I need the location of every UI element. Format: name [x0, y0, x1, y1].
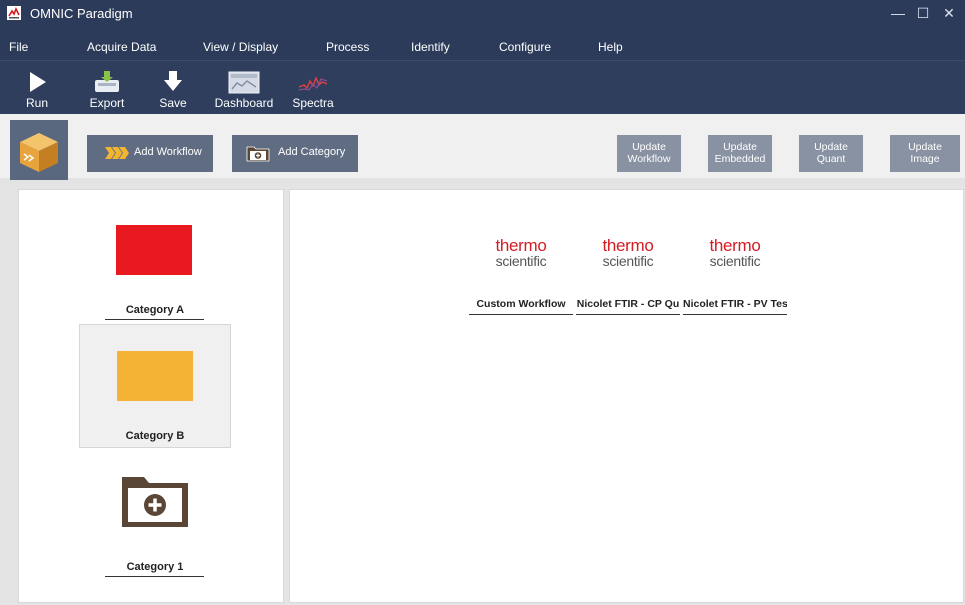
brand-line2: scientific	[602, 253, 654, 269]
update-image-line2: Image	[910, 153, 940, 165]
category-a-underline	[105, 319, 204, 320]
export-label: Export	[89, 96, 125, 110]
save-icon	[164, 71, 182, 91]
package-box-icon	[20, 133, 58, 172]
brand-line1: thermo	[709, 236, 761, 255]
update-embedded-line1: Update	[723, 141, 757, 153]
maximize-icon[interactable]: ☐	[914, 4, 932, 22]
brand-line1: thermo	[602, 236, 654, 255]
dashboard-label: Dashboard	[214, 96, 274, 110]
workflow-panel: thermo scientific Custom Workflow thermo…	[289, 189, 964, 603]
app-title: OMNIC Paradigm	[30, 6, 133, 21]
menu-file[interactable]: File	[9, 40, 28, 54]
category-1-label: Category 1	[126, 561, 184, 573]
folder-add-icon	[246, 146, 270, 162]
brand-line2: scientific	[709, 253, 761, 269]
play-icon	[30, 72, 46, 92]
omnic-paradigm-window: OMNIC Paradigm — ☐ ✕ File Acquire Data V…	[0, 0, 965, 605]
run-button[interactable]: Run	[18, 69, 56, 113]
title-bar: OMNIC Paradigm — ☐ ✕	[0, 0, 965, 36]
workflow-label: Custom Workflow	[476, 298, 566, 310]
spectra-icon	[298, 76, 328, 91]
category-a-label: Category A	[125, 304, 185, 316]
dashboard-icon	[228, 71, 260, 94]
update-workflow-line2: Workflow	[627, 153, 671, 165]
category-1-underline	[105, 576, 204, 577]
workflow-card-pv[interactable]: thermo scientific Nicolet FTIR - PV Tes	[683, 236, 787, 318]
category-b[interactable]: Category B	[79, 324, 231, 448]
menu-help[interactable]: Help	[598, 40, 623, 54]
update-quant-line1: Update	[814, 141, 848, 153]
update-workflow-line1: Update	[632, 141, 666, 153]
add-workflow-button[interactable]: Add Workflow	[87, 135, 213, 172]
action-bar: Add Workflow Add Category Update Workflo…	[0, 114, 965, 184]
update-embedded-button[interactable]: Update Embedded	[708, 135, 772, 172]
workflow-underline	[576, 314, 680, 315]
menu-view-display[interactable]: View / Display	[203, 40, 278, 54]
folder-add-icon	[122, 477, 188, 527]
save-label: Save	[159, 96, 187, 110]
brand-line2: scientific	[495, 253, 547, 269]
thermo-scientific-logo: thermo scientific	[683, 236, 787, 269]
category-b-label: Category B	[125, 430, 185, 442]
workflow-card-cp[interactable]: thermo scientific Nicolet FTIR - CP Qu	[576, 236, 680, 318]
toolbar: Run Export Save Dashboard Spectra	[0, 60, 965, 114]
add-category-button[interactable]: Add Category	[232, 135, 358, 172]
dashboard-button[interactable]: Dashboard	[214, 69, 274, 113]
category-a[interactable]: Category A	[79, 202, 231, 326]
menu-bar: File Acquire Data View / Display Process…	[0, 36, 965, 60]
menu-configure[interactable]: Configure	[499, 40, 551, 54]
menu-process[interactable]: Process	[326, 40, 369, 54]
workflow-box-button[interactable]	[10, 120, 68, 180]
category-b-swatch	[117, 351, 193, 401]
update-image-line1: Update	[908, 141, 942, 153]
menu-identify[interactable]: Identify	[411, 40, 450, 54]
category-1[interactable]: Category 1	[79, 460, 231, 584]
update-image-button[interactable]: Update Image	[890, 135, 960, 172]
close-icon[interactable]: ✕	[940, 4, 958, 22]
category-a-swatch	[116, 225, 192, 275]
minimize-icon[interactable]: —	[889, 4, 907, 22]
export-button[interactable]: Export	[86, 69, 128, 113]
app-logo-icon	[7, 6, 21, 20]
update-quant-line2: Quant	[816, 153, 846, 165]
main-area: Category A Category B Category 1 thermo …	[0, 184, 965, 605]
save-button[interactable]: Save	[156, 69, 190, 113]
spectra-button[interactable]: Spectra	[288, 69, 338, 113]
workflow-card-custom[interactable]: thermo scientific Custom Workflow	[469, 236, 573, 318]
update-embedded-line2: Embedded	[714, 153, 766, 165]
add-category-label: Add Category	[278, 146, 346, 158]
brand-line1: thermo	[495, 236, 547, 255]
run-label: Run	[25, 96, 48, 110]
category-panel: Category A Category B Category 1	[18, 189, 284, 603]
workflow-label: Nicolet FTIR - CP Qu	[576, 298, 680, 310]
chevrons-icon	[105, 147, 129, 159]
workflow-underline	[469, 314, 573, 315]
workflow-underline	[683, 314, 787, 315]
spectra-label: Spectra	[292, 96, 334, 110]
update-quant-button[interactable]: Update Quant	[799, 135, 863, 172]
update-workflow-button[interactable]: Update Workflow	[617, 135, 681, 172]
workflow-label: Nicolet FTIR - PV Tes	[683, 298, 787, 310]
add-workflow-label: Add Workflow	[134, 146, 202, 158]
thermo-scientific-logo: thermo scientific	[576, 236, 680, 269]
thermo-scientific-logo: thermo scientific	[469, 236, 573, 269]
export-icon	[95, 71, 119, 92]
menu-acquire-data[interactable]: Acquire Data	[87, 40, 156, 54]
